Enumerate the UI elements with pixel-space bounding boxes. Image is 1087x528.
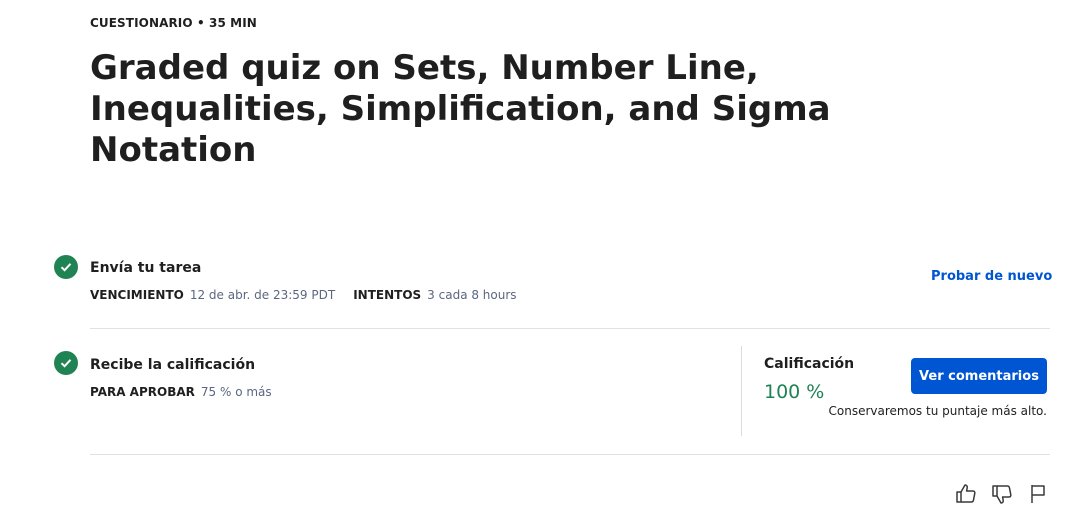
grade-step-title: Recibe la calificación xyxy=(90,357,256,373)
view-feedback-button[interactable]: Ver comentarios xyxy=(911,358,1047,394)
thumbs-up-icon[interactable] xyxy=(954,482,978,506)
grade-label: Calificación xyxy=(764,356,855,372)
divider xyxy=(90,454,1050,455)
retry-link[interactable]: Probar de nuevo xyxy=(931,269,1052,284)
due-value: 12 de abr. de 23:59 PDT xyxy=(189,288,336,302)
grade-value: 100 % xyxy=(764,381,825,403)
submit-meta: VENCIMIENTO 12 de abr. de 23:59 PDT INTENT… xyxy=(90,288,535,302)
attempts-label: INTENTOS xyxy=(353,288,422,302)
due-label: VENCIMIENTO xyxy=(90,288,184,302)
highest-score-note: Conservaremos tu puntaje más alto. xyxy=(828,404,1048,418)
check-circle-icon xyxy=(54,255,78,279)
pass-label: PARA APROBAR xyxy=(90,385,195,399)
divider xyxy=(90,328,1050,329)
page-title: Graded quiz on Sets, Number Line, Inequa… xyxy=(90,48,831,170)
vertical-divider xyxy=(741,346,742,436)
feedback-actions xyxy=(954,482,1050,506)
check-circle-icon xyxy=(54,351,78,375)
pass-value: 75 % o más xyxy=(200,385,272,399)
thumbs-down-icon[interactable] xyxy=(990,482,1014,506)
attempts-value: 3 cada 8 hours xyxy=(427,288,517,302)
submit-step-title: Envía tu tarea xyxy=(90,260,202,276)
flag-icon[interactable] xyxy=(1026,482,1050,506)
eyebrow-label: CUESTIONARIO • 35 MIN xyxy=(90,16,257,30)
grade-meta: PARA APROBAR 75 % o más xyxy=(90,385,290,399)
